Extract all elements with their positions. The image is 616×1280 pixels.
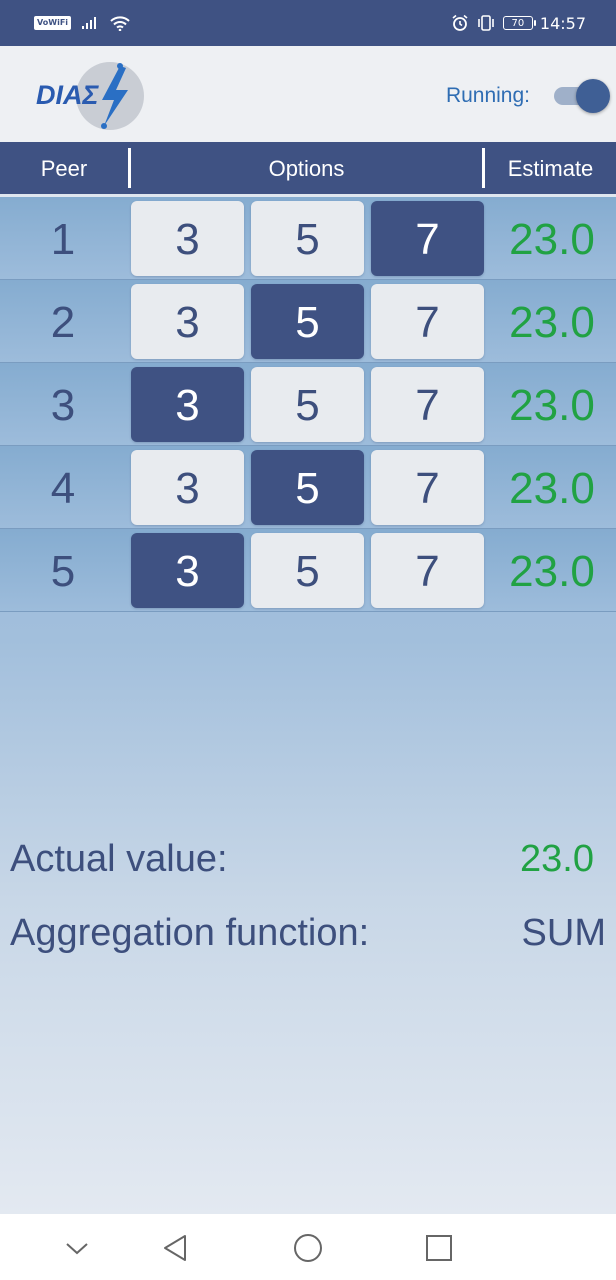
aggregation-value: SUM <box>521 912 606 954</box>
option-button[interactable]: 5 <box>251 284 364 359</box>
vowifi-badge: VoWiFi <box>34 16 72 30</box>
back-icon[interactable] <box>159 1231 193 1265</box>
peer-table: 1 3 5 7 23.0 2 3 5 7 23.0 3 3 5 7 23.0 4… <box>0 197 616 612</box>
table-header: Peer Options Estimate <box>0 142 616 197</box>
status-left: VoWiFi <box>34 13 131 33</box>
alarm-icon <box>451 14 469 32</box>
option-button[interactable]: 5 <box>251 450 364 525</box>
collapse-icon[interactable] <box>60 1231 94 1265</box>
status-bar: VoWiFi 70 14:57 <box>0 0 616 46</box>
option-button[interactable]: 7 <box>371 201 484 276</box>
table-row: 5 3 5 7 23.0 <box>0 529 616 612</box>
vibrate-icon <box>476 14 496 32</box>
estimate-value: 23.0 <box>509 215 595 264</box>
home-icon[interactable] <box>291 1231 325 1265</box>
header-options: Options <box>268 156 345 181</box>
peer-id: 2 <box>50 298 76 347</box>
option-button[interactable]: 7 <box>371 367 484 442</box>
option-button[interactable]: 3 <box>131 284 244 359</box>
table-row: 4 3 5 7 23.0 <box>0 446 616 529</box>
actual-value-line: Actual value: 23.0 <box>0 838 616 888</box>
header-peer: Peer <box>40 156 88 181</box>
signal-icon <box>81 16 99 30</box>
option-button[interactable]: 5 <box>251 367 364 442</box>
actual-value-label: Actual value: <box>10 838 228 880</box>
svg-text:DIAΣ: DIAΣ <box>36 80 99 110</box>
option-button[interactable]: 5 <box>251 201 364 276</box>
peer-id: 3 <box>50 381 76 430</box>
option-button[interactable]: 3 <box>131 533 244 608</box>
navigation-bar <box>0 1214 616 1280</box>
estimate-value: 23.0 <box>509 381 595 430</box>
estimate-value: 23.0 <box>509 298 595 347</box>
running-label: Running: <box>445 84 530 107</box>
option-button[interactable]: 7 <box>371 284 484 359</box>
battery-icon: 70 <box>502 16 536 30</box>
option-button[interactable]: 3 <box>131 450 244 525</box>
actual-value: 23.0 <box>520 838 594 880</box>
toggle-knob[interactable] <box>576 79 610 113</box>
option-button[interactable]: 5 <box>251 533 364 608</box>
estimate-value: 23.0 <box>509 464 595 513</box>
wifi-icon <box>109 15 131 31</box>
option-button[interactable]: 3 <box>131 367 244 442</box>
table-row: 3 3 5 7 23.0 <box>0 363 616 446</box>
estimate-value: 23.0 <box>509 547 595 596</box>
app-bar: DIAΣ Running: <box>0 46 616 142</box>
aggregation-label: Aggregation function: <box>10 912 370 954</box>
option-button[interactable]: 7 <box>371 533 484 608</box>
aggregation-line: Aggregation function: SUM <box>0 912 616 962</box>
peer-id: 5 <box>50 547 76 596</box>
option-button[interactable]: 3 <box>131 201 244 276</box>
dias-logo: DIAΣ <box>34 60 150 130</box>
running-toggle[interactable] <box>552 79 610 113</box>
recents-icon[interactable] <box>422 1231 456 1265</box>
table-row: 1 3 5 7 23.0 <box>0 197 616 280</box>
option-button[interactable]: 7 <box>371 450 484 525</box>
peer-id: 1 <box>50 215 76 264</box>
status-right: 70 14:57 <box>451 11 586 35</box>
clock-time: 14:57 <box>539 13 586 33</box>
header-estimate: Estimate <box>507 156 594 181</box>
peer-id: 4 <box>50 464 76 513</box>
table-row: 2 3 5 7 23.0 <box>0 280 616 363</box>
